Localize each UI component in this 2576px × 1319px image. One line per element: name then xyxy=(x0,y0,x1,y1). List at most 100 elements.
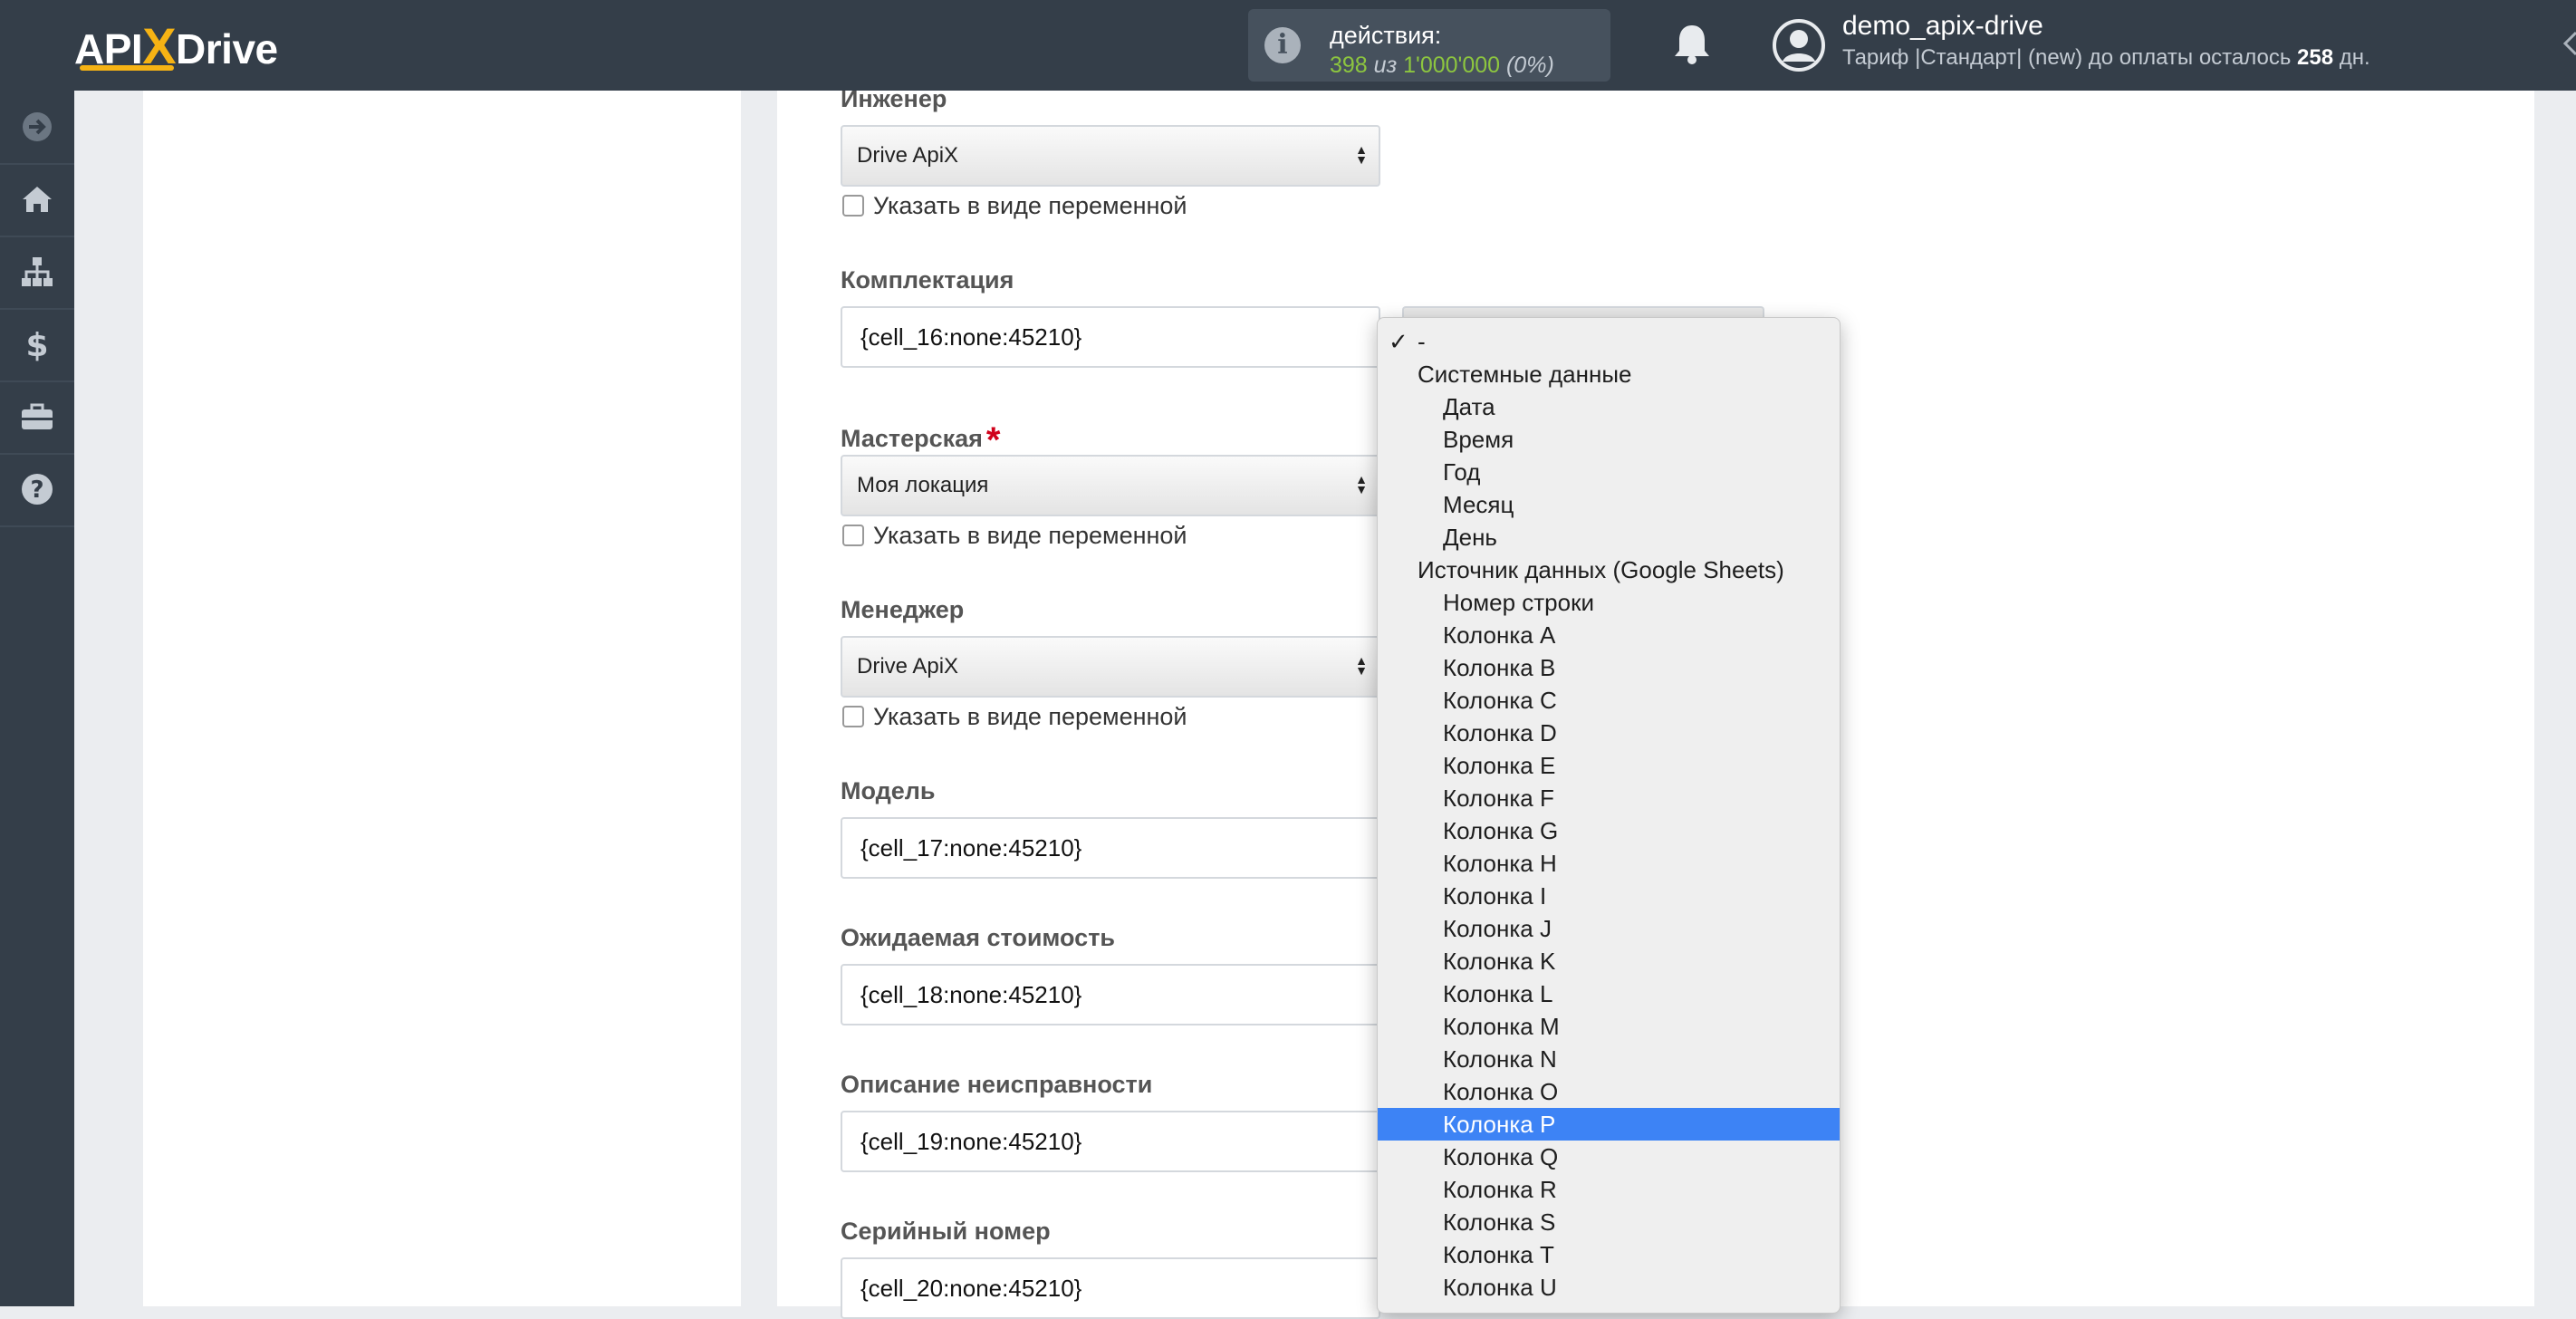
sidebar-item-billing[interactable]: $ xyxy=(0,308,74,382)
dropdown-option-label: Колонка I xyxy=(1443,882,1547,910)
arrow-circle-right-icon xyxy=(23,112,52,141)
actions-percent: (0%) xyxy=(1505,53,1554,78)
fault-description-input[interactable]: {cell_19:none:45210} xyxy=(841,1111,1380,1172)
dropdown-option[interactable]: Колонка D xyxy=(1378,717,1840,749)
briefcase-icon xyxy=(22,403,53,429)
apixdrive-logo[interactable]: APIXDrive xyxy=(74,16,278,74)
dropdown-option[interactable]: Колонка M xyxy=(1378,1010,1840,1043)
dropdown-option-label: Колонка L xyxy=(1443,980,1553,1007)
checkbox-icon[interactable] xyxy=(842,195,864,217)
dropdown-option[interactable]: Колонка O xyxy=(1378,1075,1840,1108)
sidebar-item-connections[interactable] xyxy=(0,91,74,165)
dropdown-option-label: Колонка Q xyxy=(1443,1143,1559,1170)
tariff-days: 258 xyxy=(2297,45,2334,70)
svg-text:$: $ xyxy=(25,327,48,362)
expected-cost-input[interactable]: {cell_18:none:45210} xyxy=(841,964,1380,1025)
dropdown-option[interactable]: Колонка F xyxy=(1378,782,1840,814)
dropdown-option[interactable]: Месяц xyxy=(1378,488,1840,521)
bell-icon[interactable] xyxy=(1672,22,1712,65)
dropdown-option-label: Колонка T xyxy=(1443,1241,1554,1268)
dropdown-option[interactable]: Колонка G xyxy=(1378,814,1840,847)
dropdown-option-label: Месяц xyxy=(1443,491,1514,518)
checkbox-icon[interactable] xyxy=(842,706,864,727)
actions-used: 398 xyxy=(1330,53,1368,78)
dropdown-option[interactable]: Колонка P xyxy=(1378,1108,1840,1141)
workshop-variable-checkbox[interactable]: Указать в виде переменной xyxy=(842,522,1187,550)
dropdown-option[interactable]: Колонка K xyxy=(1378,945,1840,977)
dropdown-option[interactable]: Колонка A xyxy=(1378,619,1840,651)
dropdown-option[interactable]: Колонка U xyxy=(1378,1271,1840,1304)
workshop-select[interactable]: Моя локация ▲ ▼ xyxy=(841,455,1380,516)
dropdown-option[interactable]: Время xyxy=(1378,423,1840,456)
dropdown-option[interactable]: День xyxy=(1378,521,1840,554)
dropdown-option[interactable]: Год xyxy=(1378,456,1840,488)
actions-total: 1'000'000 xyxy=(1403,53,1501,78)
dropdown-option-label: Время xyxy=(1443,426,1514,453)
field-select-dropdown[interactable]: ✓ - Системные данные Дата Время Год Месяц День И… xyxy=(1377,317,1841,1314)
user-avatar-icon[interactable] xyxy=(1772,18,1826,72)
dropdown-option[interactable]: Колонка C xyxy=(1378,684,1840,717)
sitemap-icon xyxy=(22,257,53,286)
tariff-text: Тариф |Стандарт| (new) до оплаты осталос… xyxy=(1842,45,2292,70)
dropdown-option[interactable]: Колонка T xyxy=(1378,1238,1840,1271)
model-input[interactable]: {cell_17:none:45210} xyxy=(841,817,1380,879)
checkbox-icon[interactable] xyxy=(842,525,864,546)
dropdown-option[interactable]: Колонка E xyxy=(1378,749,1840,782)
dropdown-option[interactable]: Колонка Q xyxy=(1378,1141,1840,1173)
dropdown-option-label: День xyxy=(1443,524,1497,551)
dropdown-option-label: Колонка P xyxy=(1443,1111,1556,1138)
sidebar-item-structure[interactable] xyxy=(0,236,74,310)
expected-cost-label: Ожидаемая стоимость xyxy=(841,924,1116,951)
manager-variable-checkbox[interactable]: Указать в виде переменной xyxy=(842,703,1187,731)
dropdown-option-label: Колонка G xyxy=(1443,817,1559,844)
sidebar-item-help[interactable]: ? xyxy=(0,453,74,527)
tariff-info: Тариф |Стандарт| (new) до оплаты осталос… xyxy=(1842,45,2370,71)
dropdown-option-label: Колонка U xyxy=(1443,1274,1557,1301)
dropdown-option[interactable]: Колонка H xyxy=(1378,847,1840,880)
engineer-variable-checkbox[interactable]: Указать в виде переменной xyxy=(842,192,1187,220)
dropdown-option-label: Колонка B xyxy=(1443,654,1556,681)
dropdown-option[interactable]: Колонка N xyxy=(1378,1043,1840,1075)
select-arrows-icon: ▲ ▼ xyxy=(1355,653,1368,678)
tariff-days-suffix: дн. xyxy=(2339,45,2370,70)
dropdown-group-option[interactable]: Источник данных (Google Sheets) xyxy=(1378,554,1840,586)
user-name[interactable]: demo_apix-drive xyxy=(1842,11,2043,42)
dropdown-option-label: Колонка C xyxy=(1443,687,1557,714)
logo-underline xyxy=(80,65,174,71)
dropdown-option[interactable]: Колонка S xyxy=(1378,1206,1840,1238)
top-header: APIXDrive i действия: 398 из 1'000'000 (… xyxy=(0,0,2576,91)
dropdown-option[interactable]: Колонка L xyxy=(1378,977,1840,1010)
dropdown-option-label: Колонка K xyxy=(1443,948,1556,975)
serial-number-input[interactable]: {cell_20:none:45210} xyxy=(841,1257,1380,1319)
dropdown-option-label: Год xyxy=(1443,458,1481,486)
dropdown-option-label: Колонка M xyxy=(1443,1013,1560,1040)
dropdown-option[interactable]: Дата xyxy=(1378,390,1840,423)
dropdown-option-label: Колонка J xyxy=(1443,915,1552,942)
chevron-left-icon[interactable] xyxy=(2562,27,2576,60)
manager-label: Менеджер xyxy=(841,596,965,623)
logo-text-right: Drive xyxy=(176,25,278,72)
sidebar-item-services[interactable] xyxy=(0,380,74,455)
info-icon: i xyxy=(1264,27,1301,63)
dropdown-option[interactable]: Номер строки xyxy=(1378,586,1840,619)
dropdown-option-label: Колонка H xyxy=(1443,850,1557,877)
dropdown-option[interactable]: Колонка R xyxy=(1378,1173,1840,1206)
dropdown-option[interactable]: Колонка J xyxy=(1378,912,1840,945)
dropdown-option-label: Колонка D xyxy=(1443,719,1557,746)
dropdown-group-option[interactable]: Системные данные xyxy=(1378,358,1840,390)
dropdown-option-label: Колонка O xyxy=(1443,1078,1559,1105)
manager-select[interactable]: Drive ApiX ▲ ▼ xyxy=(841,636,1380,698)
engineer-select[interactable]: Drive ApiX ▲ ▼ xyxy=(841,125,1380,187)
dropdown-option-label: Дата xyxy=(1443,393,1495,420)
dropdown-option[interactable]: Колонка B xyxy=(1378,651,1840,684)
left-panel xyxy=(143,91,741,1306)
equipment-input[interactable]: {cell_16:none:45210} xyxy=(841,306,1380,368)
dropdown-option-label: Колонка S xyxy=(1443,1208,1556,1236)
sidebar-item-home[interactable] xyxy=(0,163,74,237)
actions-label: действия: xyxy=(1330,22,1442,49)
actions-counter[interactable]: i действия: 398 из 1'000'000 (0%) xyxy=(1248,9,1610,82)
dropdown-group-option[interactable]: ✓ - xyxy=(1378,325,1840,358)
dropdown-option[interactable]: Колонка I xyxy=(1378,880,1840,912)
dropdown-option-label: Колонка E xyxy=(1443,752,1556,779)
workshop-label: Мастерская * xyxy=(841,415,1000,460)
